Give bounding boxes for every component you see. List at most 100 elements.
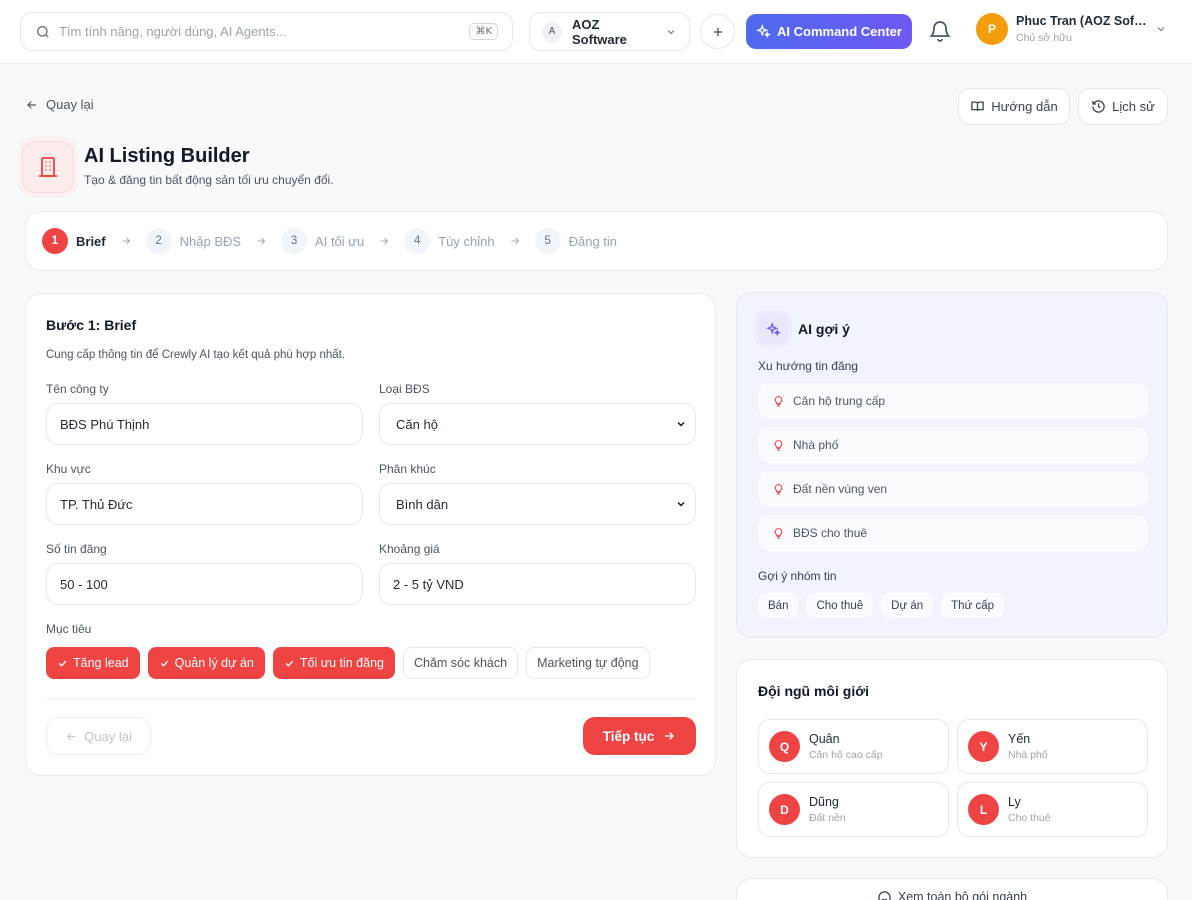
ai-panel-title: AI gợi ý <box>798 321 850 337</box>
chevron-down-icon <box>667 29 675 34</box>
arrow-right-icon <box>665 732 675 740</box>
segment-select[interactable]: Bình dân <box>379 483 696 525</box>
workspace-name: AOZ Software <box>572 16 627 47</box>
step-number: 3 <box>281 228 308 254</box>
step-number: 1 <box>42 228 68 254</box>
guide-label: Hướng dẫn <box>991 99 1058 114</box>
count-input[interactable] <box>46 563 363 605</box>
step-label: Đăng tin <box>568 233 618 249</box>
team-member[interactable]: Y Yến Nhà phố <box>957 719 1148 774</box>
user-menu[interactable]: P Phuc Tran (AOZ Software) Chủ sở hữu <box>976 13 1165 45</box>
goal-chip[interactable]: Quản lý dự án <box>147 647 265 679</box>
workspace-avatar: A <box>542 21 562 42</box>
trend-label: Căn hộ trung cấp <box>793 394 886 408</box>
goal-chip[interactable]: Chăm sóc khách <box>402 647 519 679</box>
lightbulb-icon <box>774 483 783 495</box>
lightbulb-icon <box>774 395 783 407</box>
trend-item[interactable]: Đất nền vùng ven <box>758 471 1148 507</box>
member-name: Ly <box>1008 795 1021 809</box>
step-publish[interactable]: 5 Đăng tin <box>534 228 618 254</box>
step-brief[interactable]: 1 Brief <box>42 228 106 254</box>
page-subtitle: Tạo & đăng tin bất động sản tối ưu chuyể… <box>84 173 334 187</box>
guide-button[interactable]: Hướng dẫn <box>958 88 1070 125</box>
previous-button[interactable]: Quay lại <box>46 717 151 755</box>
goal-chip-label: Quản lý dự án <box>174 656 254 670</box>
step-number: 4 <box>404 228 431 254</box>
segment-selected-value: Bình dân <box>396 496 449 512</box>
check-icon <box>285 660 294 667</box>
step-label: AI tối ưu <box>315 233 365 249</box>
group-tag[interactable]: Dự án <box>881 593 934 618</box>
global-search[interactable]: Tìm tính năng, người dùng, AI Agents... … <box>20 12 513 51</box>
goal-chip[interactable]: Tối ưu tin đăng <box>272 647 395 679</box>
member-role: Đất nền <box>809 812 846 824</box>
arrow-right-icon <box>257 237 266 245</box>
step-customize[interactable]: 4 Tùy chỉnh <box>404 228 495 254</box>
chevron-down-icon <box>1157 27 1165 32</box>
bell-icon <box>929 21 951 42</box>
avatar: P <box>976 13 1008 45</box>
workspace-switcher[interactable]: A AOZ Software <box>529 12 690 51</box>
search-icon <box>37 25 49 38</box>
team-member[interactable]: D Dũng Đất nền <box>758 782 949 837</box>
ai-icon-badge <box>758 314 788 344</box>
area-input[interactable] <box>46 483 363 525</box>
trend-item[interactable]: Nhà phố <box>758 427 1148 463</box>
group-tag[interactable]: Thứ cấp <box>941 593 1005 618</box>
avatar: Y <box>968 731 999 762</box>
ai-suggestion-panel: AI gợi ý Xu hướng tin đăng Căn hộ trung … <box>736 292 1168 638</box>
goal-chip-label: Marketing tự động <box>537 656 639 670</box>
team-member[interactable]: L Ly Cho thuê <box>957 782 1148 837</box>
goal-chip[interactable]: Tăng lead <box>46 647 140 679</box>
user-role: Chủ sở hữu <box>1016 32 1072 44</box>
member-name: Yến <box>1008 732 1031 746</box>
price-label: Khoảng giá <box>379 542 440 556</box>
team-title: Đội ngũ môi giới <box>758 683 870 699</box>
arrow-right-icon <box>122 237 130 245</box>
step-ai-optimize[interactable]: 3 AI tối ưu <box>281 228 364 254</box>
type-selected-value: Căn hộ <box>396 416 438 432</box>
notifications-button[interactable] <box>928 18 952 44</box>
team-member[interactable]: Q Quân Căn hộ cao cấp <box>758 719 949 774</box>
history-button[interactable]: Lịch sử <box>1078 88 1168 125</box>
view-all-packages-label: Xem toàn bộ gói ngành <box>897 890 1028 900</box>
member-role: Cho thuê <box>1008 812 1051 824</box>
step-input-property[interactable]: 2 Nhập BĐS <box>145 228 241 254</box>
step-label: Tùy chỉnh <box>438 233 495 249</box>
goals-chip-group: Tăng lead Quản lý dự án Tối ưu tin đăng … <box>46 647 650 679</box>
price-input[interactable] <box>379 563 696 605</box>
lightbulb-icon <box>774 527 783 539</box>
company-input[interactable] <box>46 403 363 445</box>
lightbulb-icon <box>774 439 783 451</box>
brief-form-card: Bước 1: Brief Cung cấp thông tin để Crew… <box>25 293 716 776</box>
divider <box>46 699 696 700</box>
type-select[interactable]: Căn hộ <box>379 403 696 445</box>
continue-label: Tiếp tục <box>602 728 655 744</box>
user-name: Phuc Tran (AOZ Software) <box>1016 14 1150 28</box>
back-label: Quay lại <box>46 97 94 112</box>
goal-chip-label: Tối ưu tin đăng <box>299 656 384 670</box>
avatar: L <box>968 794 999 825</box>
building-icon <box>39 157 57 177</box>
previous-label: Quay lại <box>84 728 132 744</box>
chevron-down-icon <box>677 421 685 427</box>
segment-label: Phân khúc <box>379 462 436 476</box>
goal-chip[interactable]: Marketing tự động <box>526 647 650 679</box>
add-button[interactable] <box>700 14 735 49</box>
continue-button[interactable]: Tiếp tục <box>583 717 696 755</box>
form-description: Cung cấp thông tin để Crewly AI tạo kết … <box>46 349 346 361</box>
broker-team-card: Đội ngũ môi giới Q Quân Căn hộ cao cấp Y … <box>736 659 1168 858</box>
trend-item[interactable]: BĐS cho thuê <box>758 515 1148 551</box>
book-icon <box>971 101 985 111</box>
ai-command-center-button[interactable]: AI Command Center <box>746 14 912 49</box>
sparkles-icon <box>756 24 771 39</box>
back-link[interactable]: Quay lại <box>25 97 94 112</box>
group-tag[interactable]: Cho thuê <box>806 593 874 618</box>
trend-item[interactable]: Căn hộ trung cấp <box>758 383 1148 419</box>
shortcut-badge: ⌘K <box>469 23 498 40</box>
arrow-left-icon <box>67 732 76 740</box>
group-tag[interactable]: Bán <box>758 593 799 618</box>
view-all-packages-button[interactable]: Xem toàn bộ gói ngành <box>736 878 1168 900</box>
member-role: Nhà phố <box>1008 749 1048 761</box>
count-label: Số tin đăng <box>46 542 107 556</box>
